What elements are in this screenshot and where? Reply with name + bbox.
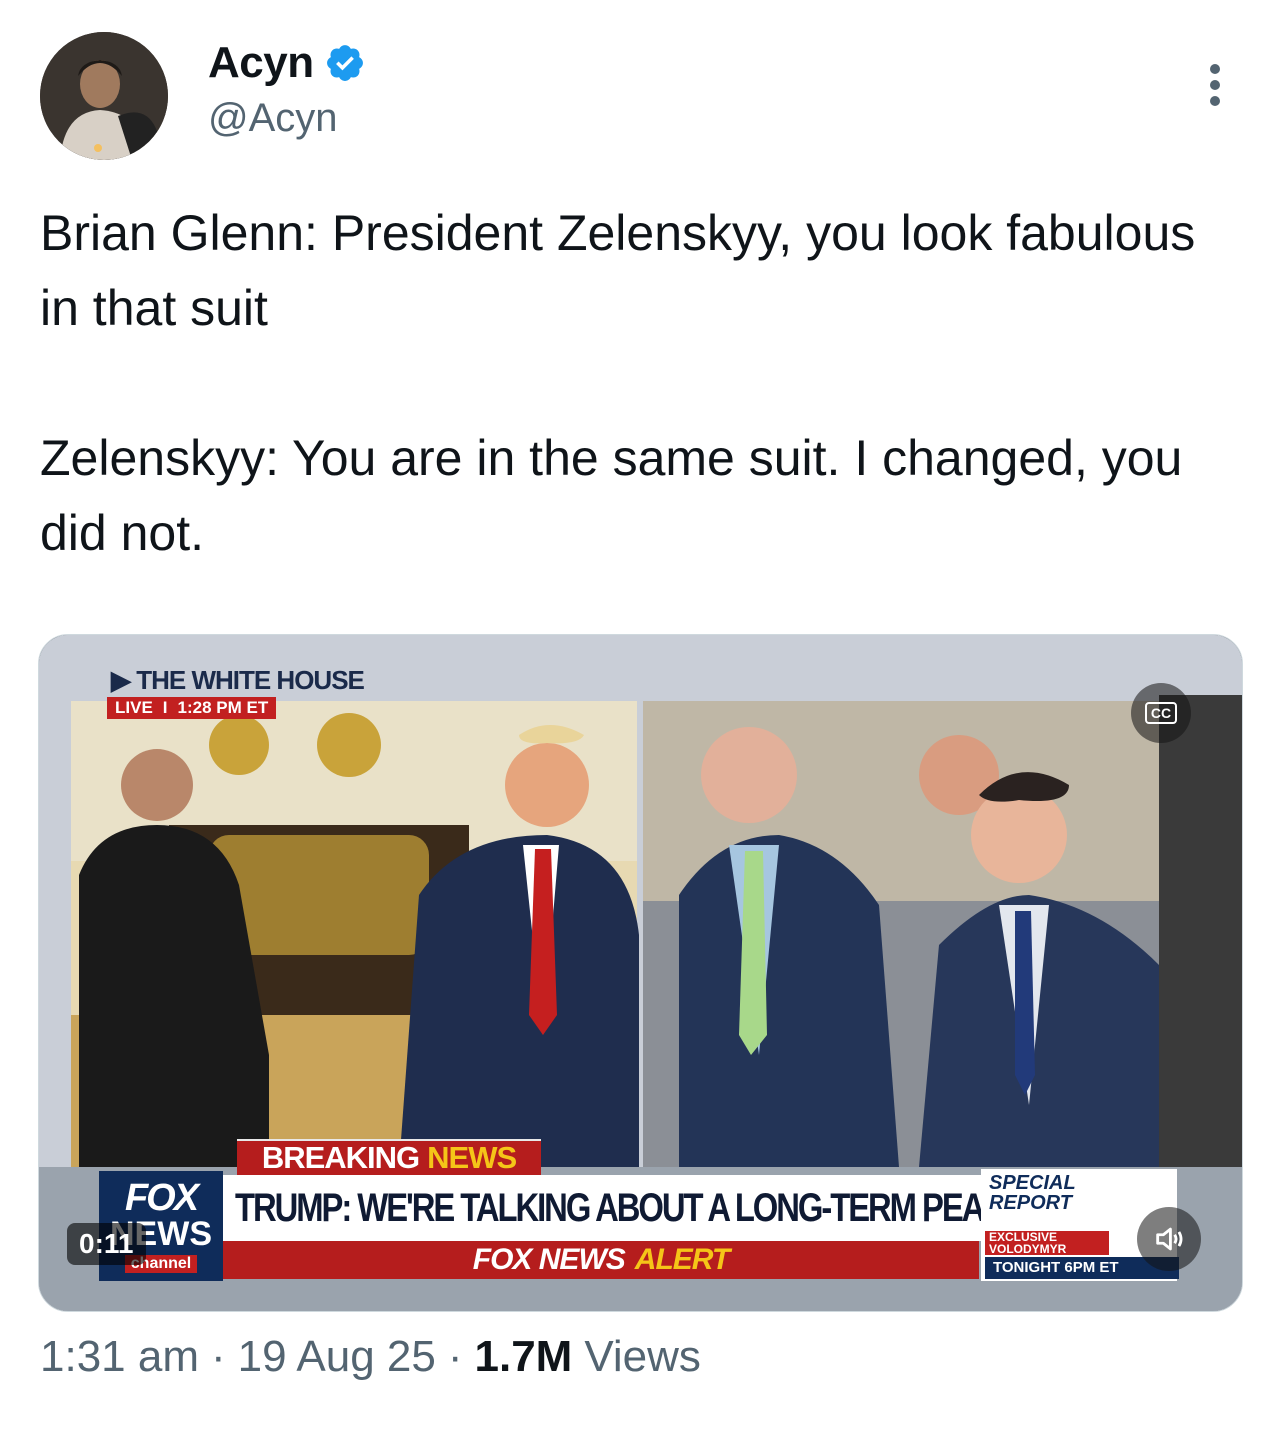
tweet-date[interactable]: 19 Aug 25 (238, 1332, 436, 1382)
special-report-title: SPECIAL REPORT (989, 1172, 1076, 1214)
captions-button[interactable]: CC (1131, 683, 1191, 743)
tweet-meta: 1:31 am · 19 Aug 25 · 1.7M Views (40, 1332, 701, 1382)
location-label: ▶ THE WHITE HOUSE (111, 665, 365, 695)
video-player[interactable]: ▶ THE WHITE HOUSE LIVE I 1:28 PM ET CC BRE… (38, 634, 1243, 1312)
special-report-exclusive: EXCLUSIVE VOLODYMYR ZELENS (985, 1231, 1109, 1267)
views-label: Views (584, 1332, 701, 1381)
breaking-news-bar: BREAKING NEWS (237, 1139, 541, 1175)
tweet-text: Brian Glenn: President Zelenskyy, you lo… (40, 205, 1196, 561)
author-avatar[interactable] (40, 32, 168, 160)
author-display-name[interactable]: Acyn (208, 38, 314, 88)
views-count: 1.7M (474, 1332, 573, 1381)
tweet-time[interactable]: 1:31 am (40, 1332, 199, 1382)
volume-button[interactable] (1137, 1207, 1201, 1271)
meta-separator: · (447, 1332, 463, 1381)
more-options-icon[interactable] (1200, 64, 1230, 106)
avatar-photo (40, 32, 168, 160)
live-indicator: LIVE I 1:28 PM ET (107, 697, 277, 719)
speaker-icon (1156, 1227, 1183, 1251)
author-name-row: Acyn (208, 38, 366, 88)
video-timestamp: 0:11 (67, 1223, 146, 1265)
meta-separator: · (210, 1332, 226, 1381)
author-handle[interactable]: @Acyn (208, 96, 338, 141)
headline-chyron: TRUMP: WE'RE TALKING ABOUT A LONG-TERM P… (223, 1175, 1115, 1241)
cc-icon: CC (1144, 702, 1178, 724)
verified-badge-icon (324, 42, 366, 84)
fox-news-alert-bar: FOX NEWS ALERT (223, 1241, 979, 1279)
